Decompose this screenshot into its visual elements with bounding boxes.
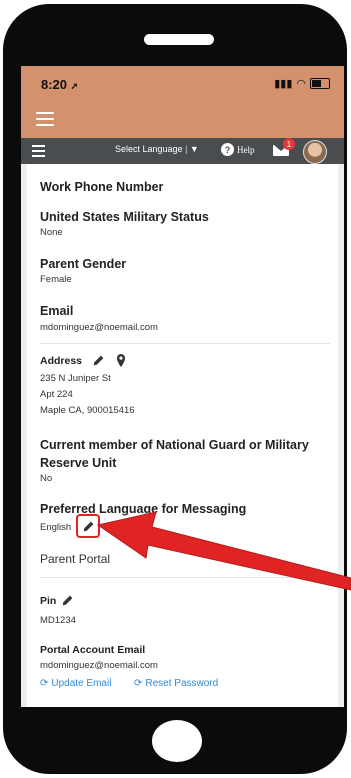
reset-password-link[interactable]: ⟳ Reset Password xyxy=(134,678,218,689)
phone-frame: 8:20 ➚ ▮▮▮ ◠ Select Language | ▼ ? Help … xyxy=(3,4,347,774)
battery-icon xyxy=(310,78,330,89)
preferred-language-value: English xyxy=(40,522,72,533)
location-icon: ➚ xyxy=(70,81,79,91)
pin-value: MD1234 xyxy=(40,615,76,626)
language-select[interactable]: Select Language | ▼ xyxy=(115,144,199,154)
national-guard-label: Current member of National Guard or Mili… xyxy=(40,436,330,472)
national-guard-label-line1: Current member of National Guard or Mili… xyxy=(40,438,309,452)
update-email-label: Update Email xyxy=(51,678,112,689)
portal-email-label: Portal Account Email xyxy=(40,644,146,656)
status-time-text: 8:20 xyxy=(41,77,68,92)
address-value: 235 N Juniper St Apt 224 Maple CA, 90001… xyxy=(40,371,135,419)
email-value: mdominguez@noemail.com xyxy=(40,322,158,333)
status-time: 8:20 ➚ xyxy=(41,77,78,92)
main-menu-icon[interactable] xyxy=(36,112,54,126)
address-line2: Apt 224 xyxy=(40,389,73,400)
phone-speaker xyxy=(144,34,214,45)
home-button[interactable] xyxy=(152,720,202,762)
cellular-signal-icon: ▮▮▮ xyxy=(274,78,293,90)
reset-password-label: Reset Password xyxy=(145,678,219,689)
military-status-label: United States Military Status xyxy=(40,210,209,224)
parent-gender-value: Female xyxy=(40,274,72,285)
secondary-menu-icon[interactable] xyxy=(32,145,45,157)
address-line3: Maple CA, 900015416 xyxy=(40,405,135,416)
left-gutter xyxy=(21,164,27,707)
status-icons: ▮▮▮ ◠ xyxy=(274,77,330,90)
email-label: Email xyxy=(40,304,74,318)
app-header xyxy=(21,104,344,138)
help-button[interactable]: ? Help xyxy=(221,143,255,156)
help-icon: ? xyxy=(221,143,234,156)
pin-header: Pin xyxy=(40,594,74,607)
language-select-label: Select Language xyxy=(115,144,183,154)
chevron-down-icon: ▼ xyxy=(189,144,199,154)
portal-email-value: mdominguez@noemail.com xyxy=(40,660,158,671)
avatar[interactable] xyxy=(303,140,327,164)
pin-label: Pin xyxy=(40,594,57,607)
parent-portal-title: Parent Portal xyxy=(40,552,111,566)
refresh-icon: ⟳ xyxy=(40,678,49,689)
update-email-link[interactable]: ⟳ Update Email xyxy=(40,678,111,689)
work-phone-label: Work Phone Number xyxy=(40,180,164,194)
divider xyxy=(40,343,330,344)
highlight-box xyxy=(76,514,100,538)
map-pin-icon[interactable] xyxy=(115,354,127,367)
help-label: Help xyxy=(237,144,255,155)
right-gutter xyxy=(338,164,344,707)
wifi-icon: ◠ xyxy=(296,78,306,90)
pencil-icon[interactable] xyxy=(92,354,105,367)
parent-gender-label: Parent Gender xyxy=(40,257,127,271)
national-guard-label-line2: Reserve Unit xyxy=(40,456,117,470)
refresh-icon: ⟳ xyxy=(134,678,143,689)
address-line1: 235 N Juniper St xyxy=(40,373,111,384)
preferred-language-label: Preferred Language for Messaging xyxy=(40,502,247,516)
status-bar: 8:20 ➚ ▮▮▮ ◠ xyxy=(21,66,344,104)
national-guard-value: No xyxy=(40,473,53,484)
phone-screen: 8:20 ➚ ▮▮▮ ◠ Select Language | ▼ ? Help … xyxy=(21,66,344,707)
military-status-value: None xyxy=(40,227,63,238)
toolbar: Select Language | ▼ ? Help 1 xyxy=(21,138,344,164)
mail-badge: 1 xyxy=(283,138,295,150)
divider xyxy=(40,577,330,578)
pencil-icon[interactable] xyxy=(61,594,74,607)
address-label: Address xyxy=(40,354,83,367)
address-header: Address xyxy=(40,354,127,367)
